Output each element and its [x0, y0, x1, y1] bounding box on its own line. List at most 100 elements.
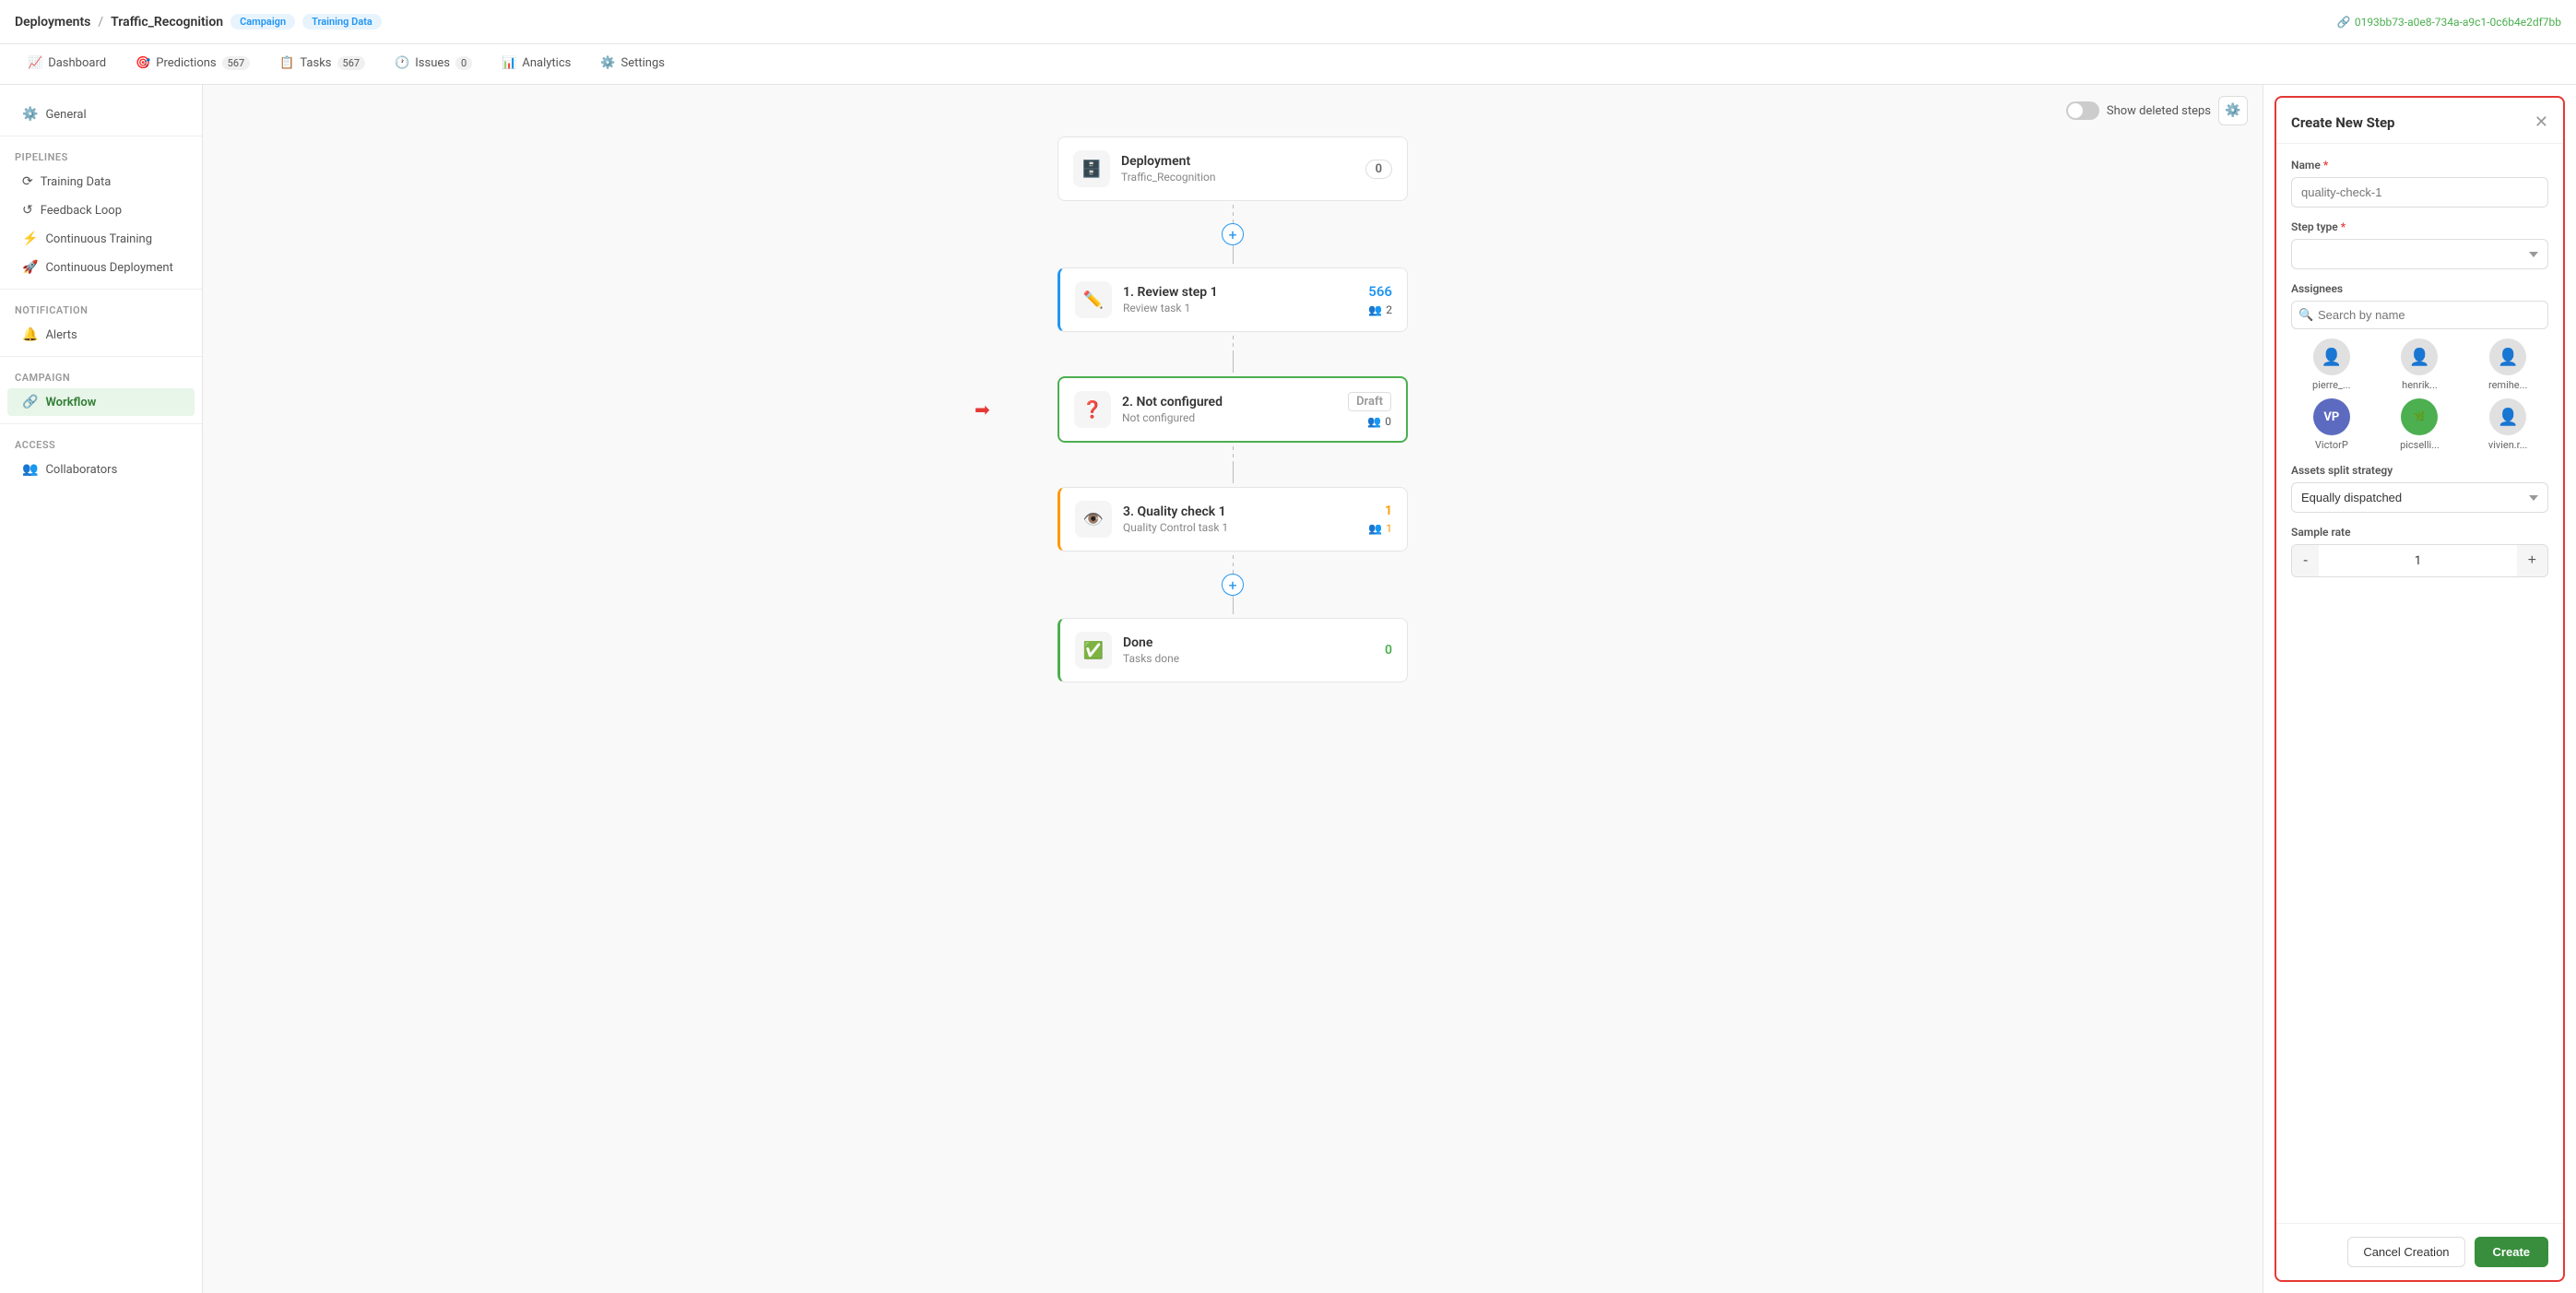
campaign-badge: Campaign [230, 14, 295, 30]
sample-rate-label: Sample rate [2291, 526, 2548, 539]
step-type-select[interactable] [2291, 239, 2548, 269]
show-deleted-toggle[interactable]: Show deleted steps [2066, 101, 2211, 120]
deployment-title: Deployment [1121, 154, 1354, 169]
workflow-canvas: 🗄️ Deployment Traffic_Recognition 0 + ✏️ [203, 136, 2263, 1293]
tab-dashboard[interactable]: 📈 Dashboard [15, 44, 119, 85]
collaborators-icon: 👥 [22, 462, 38, 477]
breadcrumb-traffic: Traffic_Recognition [111, 15, 223, 30]
sidebar-item-collaborators[interactable]: 👥 Collaborators [7, 456, 195, 483]
alerts-icon: 🔔 [22, 327, 38, 342]
victorp-name: VictorP [2315, 439, 2348, 451]
create-button[interactable]: Create [2475, 1237, 2548, 1267]
step-not-configured-wrapper: ➡ ❓ 2. Not configured Not configured Dra… [1058, 376, 1408, 443]
sidebar-section-campaign: Campaign [0, 364, 202, 387]
quality1-icon: 👁️ [1075, 501, 1112, 538]
step-quality1[interactable]: 👁️ 3. Quality check 1 Quality Control ta… [1058, 487, 1408, 552]
remihe-avatar: 👤 [2489, 338, 2526, 375]
sidebar-item-general[interactable]: ⚙️ General [7, 101, 195, 128]
tab-analytics-label: Analytics [522, 56, 571, 70]
tab-settings[interactable]: ⚙️ Settings [587, 44, 678, 85]
sidebar-label-general: General [45, 108, 86, 122]
sample-rate-minus[interactable]: - [2292, 545, 2319, 576]
sidebar-label-training-data: Training Data [41, 175, 112, 189]
sidebar-item-training-data[interactable]: ⟳ Training Data [7, 168, 195, 196]
name-input[interactable] [2291, 177, 2548, 208]
pierre-avatar: 👤 [2313, 338, 2350, 375]
panel-close-button[interactable]: ✕ [2535, 113, 2548, 132]
picselli-avatar: 🌿 [2401, 398, 2438, 435]
sidebar-item-workflow[interactable]: 🔗 Workflow [7, 388, 195, 416]
breadcrumb-deployments[interactable]: Deployments [15, 15, 90, 30]
tab-predictions-label: Predictions [156, 56, 216, 70]
name-required: * [2323, 159, 2328, 172]
review1-info: 1. Review step 1 Review task 1 [1123, 285, 1357, 314]
sidebar-item-alerts[interactable]: 🔔 Alerts [7, 321, 195, 349]
tab-tasks[interactable]: 📋 Tasks 567 [266, 44, 378, 85]
assignee-remihe[interactable]: 👤 remihe... [2467, 338, 2548, 391]
sidebar-label-workflow: Workflow [45, 396, 96, 409]
step-deployment[interactable]: 🗄️ Deployment Traffic_Recognition 0 [1058, 136, 1408, 201]
assignee-victorp[interactable]: VP VictorP [2291, 398, 2372, 451]
step-review1[interactable]: ✏️ 1. Review step 1 Review task 1 566 👥 … [1058, 267, 1408, 332]
sample-rate-control: - 1 + [2291, 544, 2548, 577]
panel-body: Name * Step type * Assignees 🔍 [2276, 144, 2563, 1223]
step-done[interactable]: ✅ Done Tasks done 0 [1058, 618, 1408, 682]
sidebar-label-feedback-loop: Feedback Loop [41, 204, 122, 218]
not-configured-title: 2. Not configured [1122, 395, 1337, 409]
sidebar-item-continuous-training[interactable]: ⚡ Continuous Training [7, 225, 195, 253]
sample-rate-plus[interactable]: + [2517, 545, 2547, 576]
continuous-training-icon: ⚡ [22, 231, 38, 246]
sidebar-item-continuous-deployment[interactable]: 🚀 Continuous Deployment [7, 254, 195, 281]
main-toolbar: Show deleted steps ⚙️ [203, 85, 2263, 136]
tab-analytics[interactable]: 📊 Analytics [489, 44, 584, 85]
split-strategy-select[interactable]: Equally dispatched [2291, 482, 2548, 513]
review1-count: 566 [1368, 283, 1392, 300]
sample-rate-value: 1 [2319, 554, 2516, 568]
panel-title: Create New Step [2291, 114, 2394, 131]
analytics-icon: 📊 [502, 56, 516, 70]
search-input[interactable] [2291, 301, 2548, 329]
sidebar-label-collaborators: Collaborators [45, 463, 117, 477]
panel-inner: Create New Step ✕ Name * Step type * [2275, 96, 2565, 1282]
issues-icon: 🕐 [395, 56, 409, 70]
toggle-switch[interactable] [2066, 101, 2099, 120]
issues-count: 0 [455, 56, 472, 70]
sidebar-section-access: Access [0, 432, 202, 455]
deployment-count: 0 [1365, 160, 1392, 179]
sidebar-section-notification: Notification [0, 297, 202, 320]
add-step-button-2[interactable]: + [1222, 574, 1244, 596]
not-configured-status: Draft [1348, 392, 1391, 411]
tab-predictions[interactable]: 🎯 Predictions 567 [123, 44, 263, 85]
red-arrow: ➡ [975, 398, 990, 421]
assignee-henrik[interactable]: 👤 henrik... [2380, 338, 2461, 391]
tab-issues[interactable]: 🕐 Issues 0 [382, 44, 485, 85]
sidebar-label-continuous-deployment: Continuous Deployment [45, 261, 172, 275]
tab-dashboard-label: Dashboard [48, 56, 106, 70]
panel-footer: Cancel Creation Create [2276, 1223, 2563, 1280]
not-configured-icon: ❓ [1074, 391, 1111, 428]
not-configured-assignees: 👥 0 [1367, 415, 1391, 428]
remihe-name: remihe... [2488, 379, 2527, 391]
done-count: 0 [1385, 643, 1392, 658]
add-step-button-1[interactable]: + [1222, 223, 1244, 245]
predictions-count: 567 [222, 56, 251, 70]
dashed-line-2 [1233, 336, 1234, 354]
done-title: Done [1123, 635, 1374, 650]
step-type-required: * [2341, 220, 2346, 233]
assignees-icon-2: 👥 [1367, 415, 1381, 428]
assignee-picselli[interactable]: 🌿 picselli... [2380, 398, 2461, 451]
top-bar: Deployments / Traffic_Recognition Campai… [0, 0, 2576, 44]
settings-gear-button[interactable]: ⚙️ [2218, 96, 2248, 125]
assignee-vivien[interactable]: 👤 vivien.r... [2467, 398, 2548, 451]
quality1-assignee-count: 1 [1386, 522, 1392, 535]
hash-id: 🔗 0193bb73-a0e8-734a-a9c1-0c6b4e2df7bb [2337, 16, 2561, 29]
picselli-name: picselli... [2400, 439, 2440, 451]
panel-header: Create New Step ✕ [2276, 98, 2563, 144]
assignee-pierre[interactable]: 👤 pierre_... [2291, 338, 2372, 391]
main-layout: ⚙️ General Pipelines ⟳ Training Data ↺ F… [0, 85, 2576, 1293]
dashed-line-1 [1233, 205, 1234, 223]
sidebar-item-feedback-loop[interactable]: ↺ Feedback Loop [7, 196, 195, 224]
cancel-creation-button[interactable]: Cancel Creation [2347, 1237, 2464, 1267]
breadcrumb: Deployments / Traffic_Recognition Campai… [15, 14, 382, 30]
step-not-configured[interactable]: ❓ 2. Not configured Not configured Draft… [1058, 376, 1408, 443]
